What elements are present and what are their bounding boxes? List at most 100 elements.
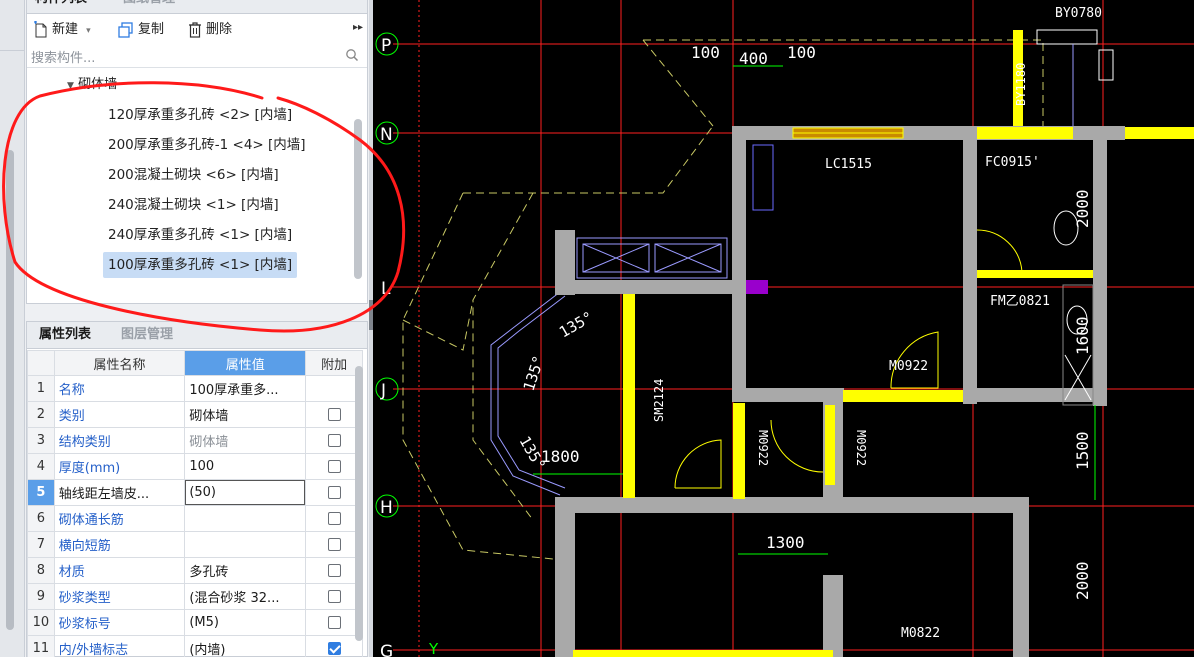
selected-wall-marker: [746, 280, 768, 294]
new-dropdown-icon[interactable]: ▾: [86, 26, 91, 36]
tab-property-list[interactable]: 属性列表: [31, 322, 99, 348]
dim-text-2000a: 2000: [1073, 189, 1092, 228]
tree-item[interactable]: 200混凝土砌块 <6> [内墙]: [103, 162, 284, 188]
axis-label-n: N: [380, 125, 393, 145]
outer-scrollbar[interactable]: [6, 150, 14, 630]
copy-button[interactable]: 复制: [117, 20, 164, 40]
property-row[interactable]: 2 类别 砌体墙: [27, 401, 363, 428]
property-row[interactable]: 6 砌体通长筋: [27, 505, 363, 532]
row-index: 1: [27, 375, 55, 402]
property-row[interactable]: 4 厚度(mm) 100: [27, 453, 363, 480]
strip-divider: [0, 50, 24, 51]
property-value[interactable]: (混合砂浆 32...: [184, 583, 307, 610]
property-value[interactable]: 多孔砖: [184, 557, 307, 584]
property-row[interactable]: 11 内/外墙标志 (内墙): [27, 635, 363, 657]
extra-checkbox[interactable]: [327, 408, 341, 421]
wall-lower: [555, 497, 1025, 513]
property-name: 名称: [53, 375, 186, 402]
property-row[interactable]: 10 砂浆标号 (M5): [27, 609, 363, 636]
tree-item[interactable]: 240厚承重多孔砖 <1> [内墙]: [103, 222, 297, 248]
extra-checkbox[interactable]: [327, 512, 341, 525]
property-value[interactable]: 砌体墙: [184, 401, 307, 428]
property-name: 砂浆类型: [53, 583, 186, 610]
property-value[interactable]: (内墙): [184, 635, 307, 657]
extra-cell: [305, 401, 363, 428]
wall-right-bottom: [963, 388, 1093, 402]
label-lc1515: LC1515: [825, 157, 872, 172]
extra-checkbox[interactable]: [327, 538, 341, 551]
tree-item[interactable]: 240混凝土砌块 <1> [内墙]: [103, 192, 284, 218]
extra-cell: [305, 583, 363, 610]
dim-text-400: 400: [739, 49, 768, 68]
property-value[interactable]: [184, 505, 307, 532]
component-toolbar: 新建 ▾ 复制 删除 ▸▸: [27, 14, 367, 44]
property-name: 轴线距左墙皮...: [53, 479, 186, 506]
tree-item[interactable]: 100厚承重多孔砖 <1> [内墙]: [103, 252, 298, 278]
delete-button[interactable]: 删除: [187, 20, 232, 40]
extra-cell: [305, 505, 363, 532]
tree-root-masonry-wall[interactable]: ▼ 砌体墙: [67, 73, 117, 92]
tree-item[interactable]: 200厚承重多孔砖-1 <4> [内墙]: [103, 132, 311, 158]
property-row[interactable]: 7 横向短筋: [27, 531, 363, 558]
extra-cell: [305, 635, 363, 657]
extra-checkbox[interactable]: [327, 460, 341, 473]
property-scrollbar[interactable]: [355, 366, 363, 641]
property-list-panel: 属性列表 图层管理 属性名称 属性值 附加 1 名称 100厚承重多... 2 类别 砌体…: [26, 321, 368, 657]
yellow-wall-sm2124: [623, 294, 635, 498]
extra-cell: [305, 375, 363, 402]
extra-checkbox[interactable]: [327, 590, 341, 603]
component-list-scrollbar[interactable]: [354, 119, 362, 279]
copy-label: 复制: [138, 22, 165, 37]
tab-component-list[interactable]: 构件列表: [27, 0, 95, 13]
extra-checkbox[interactable]: [327, 564, 341, 577]
property-row[interactable]: 3 结构类别 砌体墙: [27, 427, 363, 454]
wall-lower-left: [555, 497, 575, 657]
new-button[interactable]: 新建 ▾: [33, 20, 91, 40]
property-value[interactable]: (M5): [184, 609, 307, 636]
extra-checkbox[interactable]: [327, 616, 341, 629]
search-icon[interactable]: [345, 48, 359, 62]
property-value[interactable]: 砌体墙: [184, 427, 307, 454]
extra-cell: [305, 479, 363, 506]
label-by1180: BY1180: [1014, 63, 1028, 106]
property-value[interactable]: 100厚承重多...: [184, 375, 307, 402]
tree-root-label: 砌体墙: [78, 77, 118, 92]
wall-right: [1093, 126, 1107, 406]
property-row[interactable]: 1 名称 100厚承重多...: [27, 375, 363, 402]
property-name: 砂浆标号: [53, 609, 186, 636]
tree-item[interactable]: 120厚承重多孔砖 <2> [内墙]: [103, 102, 297, 128]
header-extra: 附加: [305, 350, 363, 376]
tab-layer-manage[interactable]: 图层管理: [113, 322, 181, 348]
component-list-panel: 构件列表 图纸管理 新建 ▾ 复制 删除 ▸▸ 搜索构件... ▼ 砌体墙: [26, 0, 368, 304]
wall-left-main: [732, 126, 746, 398]
row-index: 5: [27, 479, 55, 506]
search-component-bar[interactable]: 搜索构件...: [27, 43, 367, 68]
property-row[interactable]: 5 轴线距左墙皮... (50): [27, 479, 363, 506]
row-index: 7: [27, 531, 55, 558]
extra-checkbox[interactable]: [327, 434, 341, 447]
yellow-wall-top-win: [977, 127, 1073, 139]
tab-drawing-manage[interactable]: 图纸管理: [115, 0, 183, 13]
more-toolbar-button[interactable]: ▸▸: [353, 22, 363, 33]
extra-cell: [305, 557, 363, 584]
label-fc0915: FC0915': [985, 155, 1040, 170]
axis-label-g: G: [380, 642, 393, 657]
search-input[interactable]: 搜索构件...: [31, 47, 95, 66]
yellow-wall-bath: [977, 270, 1093, 278]
property-name: 砌体通长筋: [53, 505, 186, 532]
property-row[interactable]: 8 材质 多孔砖: [27, 557, 363, 584]
cad-drawing-canvas[interactable]: P N L J H G Y 100 400 100 1800 1300 1500…: [373, 0, 1194, 657]
yellow-wall-right-top: [1125, 127, 1194, 139]
collapse-triangle-icon[interactable]: ▼: [67, 81, 74, 91]
row-index: 11: [27, 635, 55, 657]
extra-checkbox[interactable]: [327, 642, 341, 655]
new-file-icon: [34, 20, 47, 37]
property-row[interactable]: 9 砂浆类型 (混合砂浆 32...: [27, 583, 363, 610]
wall-balcony: [555, 280, 745, 294]
property-value[interactable]: (50): [184, 479, 307, 506]
extra-checkbox[interactable]: [327, 486, 341, 499]
property-value[interactable]: 100: [184, 453, 307, 480]
dim-text-2000b: 2000: [1073, 561, 1092, 600]
header-index: [27, 350, 55, 376]
property-value[interactable]: [184, 531, 307, 558]
